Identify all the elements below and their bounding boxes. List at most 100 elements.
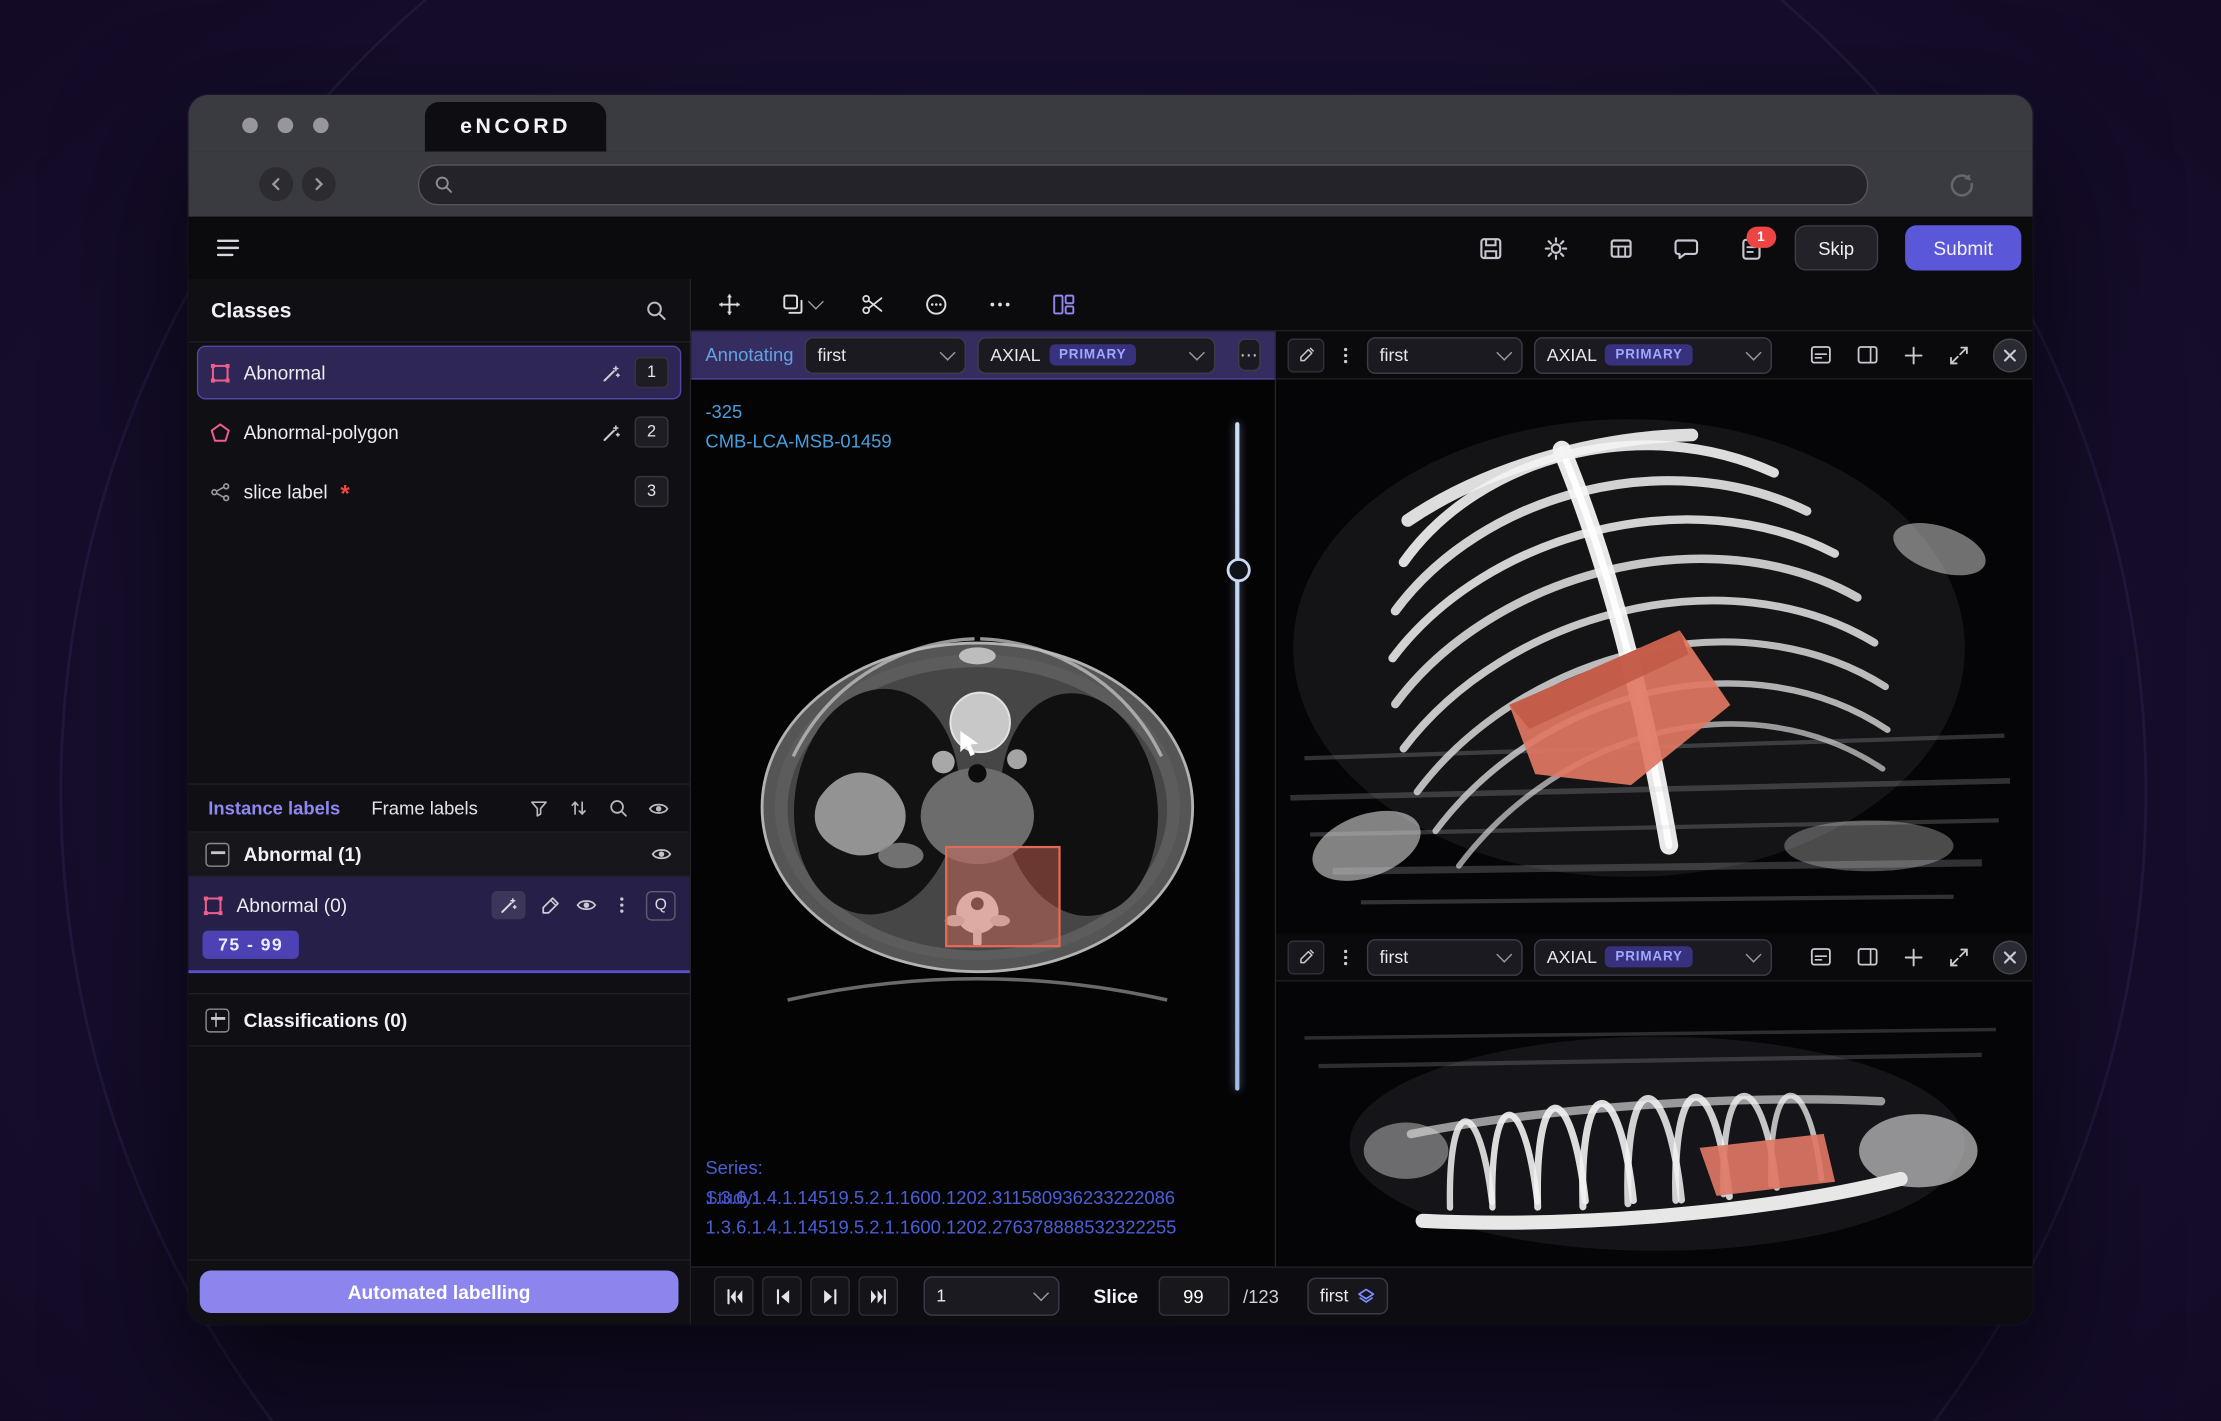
- automated-labelling-button[interactable]: Automated labelling: [200, 1271, 679, 1313]
- window-controls: [242, 118, 328, 134]
- series-chip[interactable]: first: [1307, 1278, 1388, 1315]
- tasks-button[interactable]: 1: [1738, 234, 1765, 261]
- search-icon[interactable]: [608, 797, 629, 818]
- volume-render-bottom[interactable]: [1276, 982, 2032, 1267]
- caption-icon[interactable]: [1809, 945, 1833, 969]
- tab-frame-labels[interactable]: Frame labels: [371, 797, 477, 818]
- previous-slice-button[interactable]: [762, 1276, 802, 1316]
- patient-id: CMB-LCA-MSB-01459: [705, 426, 891, 456]
- series-select[interactable]: first: [805, 336, 966, 373]
- plane-select[interactable]: AXIAL PRIMARY: [978, 336, 1216, 373]
- submit-button[interactable]: Submit: [1905, 225, 2021, 270]
- app-window: eNCORD: [188, 95, 2032, 1324]
- window-minimize-button[interactable]: [278, 118, 294, 134]
- skip-to-end-icon: [869, 1287, 887, 1305]
- collapse-icon[interactable]: [205, 842, 229, 866]
- layout-tool-icon[interactable]: [1051, 292, 1076, 317]
- table-icon[interactable]: [1607, 234, 1634, 261]
- comment-icon[interactable]: [924, 292, 949, 317]
- add-view-icon[interactable]: [1902, 343, 1925, 366]
- step-back-icon: [773, 1287, 791, 1305]
- shortcut-badge: Q: [646, 890, 676, 920]
- back-button[interactable]: [259, 167, 293, 201]
- window-close-button[interactable]: [242, 118, 258, 134]
- viewer-more-button[interactable]: ⋯: [1238, 339, 1261, 372]
- window-titlebar: eNCORD: [188, 95, 2032, 152]
- fullscreen-icon[interactable]: [1948, 343, 1971, 366]
- instance-group-row[interactable]: Abnormal (1): [188, 833, 689, 877]
- plane-select[interactable]: AXIAL PRIMARY: [1534, 938, 1772, 975]
- chevron-left-icon: [268, 176, 285, 193]
- classes-search-icon[interactable]: [644, 299, 667, 322]
- fullscreen-icon[interactable]: [1948, 945, 1971, 968]
- chat-icon[interactable]: [1672, 234, 1699, 261]
- search-icon: [433, 174, 453, 194]
- kebab-icon[interactable]: [1336, 947, 1356, 967]
- frame-select[interactable]: 1: [924, 1276, 1060, 1316]
- primary-badge: PRIMARY: [1049, 344, 1136, 365]
- first-slice-button[interactable]: [714, 1276, 754, 1316]
- panel-layout-icon[interactable]: [1856, 945, 1880, 969]
- selected-instance[interactable]: Abnormal (0) Q 75 - 99: [188, 877, 689, 973]
- class-item-abnormal[interactable]: Abnormal 1: [197, 346, 681, 400]
- brush-icon[interactable]: [540, 894, 561, 915]
- slice-slider-handle[interactable]: [1227, 558, 1251, 582]
- tab-instance-labels[interactable]: Instance labels: [208, 797, 340, 818]
- edit-button[interactable]: [1288, 338, 1325, 372]
- eye-icon[interactable]: [650, 843, 673, 866]
- pan-tool-icon[interactable]: [717, 292, 742, 317]
- reload-icon[interactable]: [1948, 170, 1976, 198]
- next-slice-button[interactable]: [810, 1276, 850, 1316]
- slice-slider-track[interactable]: [1235, 422, 1239, 1091]
- series-select[interactable]: first: [1367, 336, 1523, 373]
- kebab-icon[interactable]: [612, 895, 632, 915]
- panel-layout-icon[interactable]: [1856, 343, 1880, 367]
- close-viewer-button[interactable]: [1993, 940, 2027, 974]
- classifications-row[interactable]: Classifications (0): [188, 993, 689, 1047]
- edit-button[interactable]: [1288, 940, 1325, 974]
- series-select[interactable]: first: [1367, 938, 1523, 975]
- class-item-abnormal-polygon[interactable]: Abnormal-polygon 2: [197, 405, 681, 459]
- menu-icon[interactable]: [214, 234, 242, 262]
- scissors-icon[interactable]: [860, 292, 885, 317]
- eye-icon[interactable]: [575, 894, 598, 917]
- browser-tab[interactable]: eNCORD: [425, 102, 606, 152]
- ellipsis-icon[interactable]: [987, 292, 1012, 317]
- notification-badge: 1: [1746, 226, 1776, 247]
- class-item-slice-label[interactable]: slice label * 3: [197, 465, 681, 519]
- window-zoom-button[interactable]: [313, 118, 329, 134]
- duplicate-tool[interactable]: [780, 292, 821, 317]
- wand-button[interactable]: [492, 891, 526, 919]
- kebab-icon[interactable]: [1336, 345, 1356, 365]
- desktop-background: eNCORD: [0, 0, 2221, 1421]
- chevron-down-icon: [1189, 344, 1205, 360]
- magic-wand-icon: [499, 895, 519, 915]
- skip-button[interactable]: Skip: [1794, 225, 1878, 270]
- add-view-icon[interactable]: [1902, 945, 1925, 968]
- plane-select[interactable]: AXIAL PRIMARY: [1534, 336, 1772, 373]
- volume-render-top[interactable]: [1276, 380, 2032, 934]
- class-shortcut: 3: [635, 476, 669, 507]
- magic-wand-icon[interactable]: [601, 421, 622, 442]
- close-viewer-button[interactable]: [1993, 338, 2027, 372]
- class-label: Abnormal: [244, 362, 326, 383]
- save-icon[interactable]: [1477, 234, 1504, 261]
- series-label: Series:: [705, 1153, 1176, 1183]
- sort-icon[interactable]: [568, 797, 589, 818]
- address-search-bar[interactable]: [418, 164, 1868, 205]
- ct-canvas[interactable]: -325 CMB-LCA-MSB-01459: [691, 380, 1275, 1267]
- slice-input[interactable]: [1158, 1276, 1229, 1316]
- chevron-down-icon: [1746, 344, 1762, 360]
- magic-wand-icon[interactable]: [601, 362, 622, 383]
- eye-icon[interactable]: [647, 797, 670, 820]
- expand-icon[interactable]: [205, 1008, 229, 1032]
- workspace: Classes Abnormal 1 Abnormal-polygon: [188, 279, 2032, 1324]
- close-icon: [2003, 950, 2017, 964]
- gear-icon[interactable]: [1542, 234, 1569, 261]
- last-slice-button[interactable]: [858, 1276, 898, 1316]
- volume-render-bottom-image: [1276, 982, 2032, 1267]
- filter-icon[interactable]: [528, 797, 549, 818]
- chevron-right-icon: [310, 176, 327, 193]
- forward-button[interactable]: [302, 167, 336, 201]
- caption-icon[interactable]: [1809, 343, 1833, 367]
